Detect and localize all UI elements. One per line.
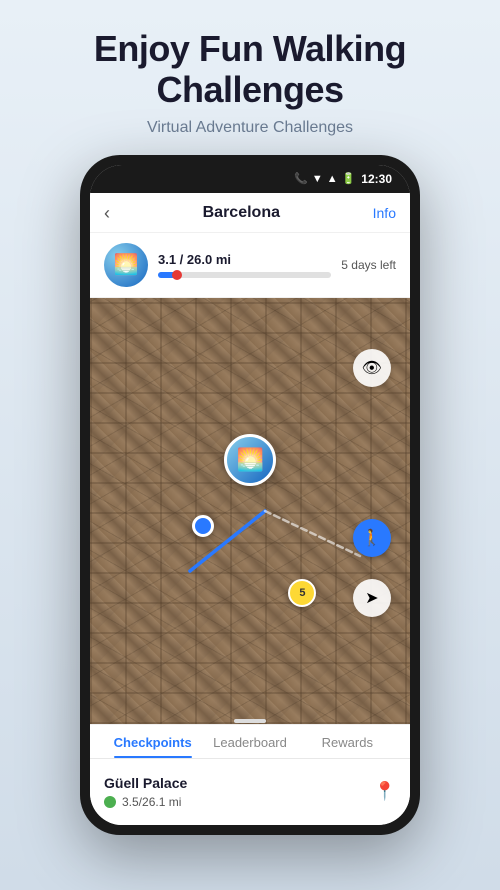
status-icons: 📞 ▼ ▲ 🔋: [294, 172, 355, 185]
page-header: Enjoy Fun Walking Challenges Virtual Adv…: [0, 0, 500, 155]
map-satellite: 🌅 5 👁 🚶 ➤: [90, 298, 410, 724]
checkpoint-distance: 3.5/26.1 mi: [104, 795, 187, 809]
map-person-button[interactable]: 🚶: [353, 519, 391, 557]
map-area[interactable]: 🌅 5 👁 🚶 ➤: [90, 298, 410, 724]
status-time: 12:30: [361, 172, 392, 186]
challenge-title: Barcelona: [203, 204, 280, 222]
app-header: ‹ Barcelona Info: [90, 193, 410, 233]
tab-leaderboard[interactable]: Leaderboard: [201, 725, 298, 758]
info-button[interactable]: Info: [373, 205, 396, 221]
checkpoint-pin-icon[interactable]: 📍: [374, 781, 396, 802]
checkpoint-left: Güell Palace 3.5/26.1 mi: [104, 775, 187, 809]
wifi-icon: ▼: [312, 173, 323, 185]
battery-icon: 🔋: [342, 172, 356, 185]
avatar-image: 🌅: [104, 243, 148, 287]
progress-bar-fill: [158, 272, 179, 278]
signal-icon: ▲: [327, 173, 338, 185]
back-button[interactable]: ‹: [104, 203, 110, 224]
page-title: Enjoy Fun Walking Challenges: [30, 28, 470, 111]
checkpoint-item: Güell Palace 3.5/26.1 mi 📍: [104, 769, 396, 815]
checkpoint-list: Güell Palace 3.5/26.1 mi 📍: [90, 759, 410, 825]
phone-frame: 📞 ▼ ▲ 🔋 12:30 ‹ Barcelona Info 🌅 3.1 / 2…: [80, 155, 420, 835]
bottom-panel: Checkpoints Leaderboard Rewards Güell Pa…: [90, 724, 410, 825]
phone-screen: 📞 ▼ ▲ 🔋 12:30 ‹ Barcelona Info 🌅 3.1 / 2…: [90, 165, 410, 825]
call-icon: 📞: [294, 172, 308, 185]
days-left: 5 days left: [341, 258, 396, 272]
progress-info: 3.1 / 26.0 mi: [158, 252, 331, 278]
page-subtitle: Virtual Adventure Challenges: [30, 119, 470, 137]
status-bar: 📞 ▼ ▲ 🔋 12:30: [90, 165, 410, 193]
progress-row: 🌅 3.1 / 26.0 mi 5 days left: [90, 233, 410, 298]
distance-text: 3.1 / 26.0 mi: [158, 252, 331, 267]
tab-rewards[interactable]: Rewards: [299, 725, 396, 758]
drag-handle: [234, 719, 266, 723]
checkpoint-name: Güell Palace: [104, 775, 187, 791]
tab-bar: Checkpoints Leaderboard Rewards: [90, 725, 410, 759]
map-compass-button[interactable]: ➤: [353, 579, 391, 617]
checkpoint-dot-green: [104, 796, 116, 808]
challenge-avatar: 🌅: [104, 243, 148, 287]
progress-bar-container: [158, 272, 331, 278]
tab-checkpoints[interactable]: Checkpoints: [104, 725, 201, 758]
map-eye-button[interactable]: 👁: [353, 349, 391, 387]
